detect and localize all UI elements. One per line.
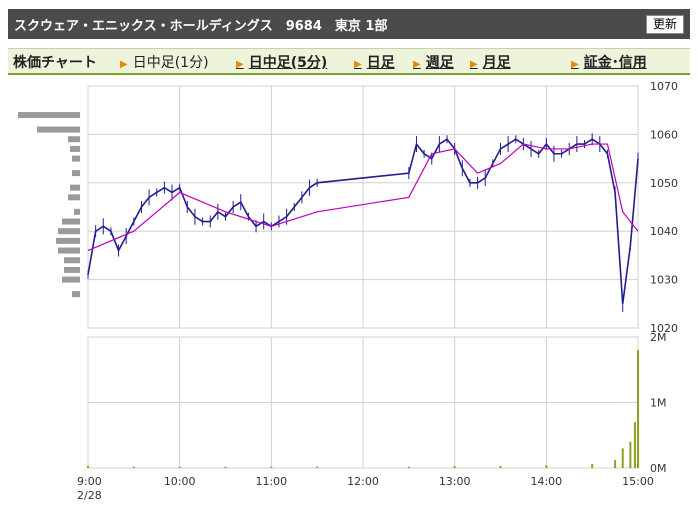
arrow-icon: ▶ xyxy=(354,59,362,70)
volume-tick-label: 0M xyxy=(650,462,667,475)
volume-profile-bar xyxy=(72,170,80,177)
title-bar: スクウェア・エニックス・ホールディングス 9684 東京 1部 更新 xyxy=(8,9,690,39)
price-tick-label: 1020 xyxy=(650,322,678,335)
volume-bar xyxy=(270,466,273,468)
volume-bar xyxy=(629,441,632,468)
nav-item-monthly[interactable]: ▶ 月足 xyxy=(470,52,511,72)
volume-profile-bar xyxy=(37,126,80,133)
nav-item-label: 証金･信用 xyxy=(583,55,647,71)
nav-item-intraday-5min[interactable]: ▶ 日中足(5分) xyxy=(236,52,327,72)
price-tick-label: 1050 xyxy=(650,177,678,190)
volume-bar xyxy=(132,466,135,468)
volume-bar xyxy=(224,466,227,468)
volume-profile-bar xyxy=(68,136,80,143)
volume-profile-bar xyxy=(58,228,80,235)
volume-profile-bar xyxy=(62,218,80,225)
x-tick-label: 14:00 xyxy=(530,475,562,488)
chart-label: 株価チャート xyxy=(13,55,97,71)
x-tick-label: 13:00 xyxy=(439,475,471,488)
volume-tick-label: 1M xyxy=(650,397,667,410)
volume-profile-bar xyxy=(70,145,80,152)
x-tick-label: 12:00 xyxy=(347,475,379,488)
nav-item-intraday-1min[interactable]: ▶ 日中足(1分) xyxy=(120,52,209,72)
volume-profile-bar xyxy=(70,184,80,191)
volume-profile-bar xyxy=(62,276,80,283)
moving-average-line xyxy=(87,143,639,252)
x-tick-label: 10:00 xyxy=(164,475,196,488)
arrow-icon: ▶ xyxy=(236,59,244,70)
volume-profile-bar xyxy=(18,112,80,119)
volume-profile-bar xyxy=(56,237,80,244)
nav-item-label: 月足 xyxy=(482,55,511,71)
arrow-icon: ▶ xyxy=(120,59,128,70)
volume-bar xyxy=(499,466,502,468)
price-tick-label: 1040 xyxy=(650,225,678,238)
volume-profile-bar xyxy=(74,208,80,215)
nav-item-margin[interactable]: ▶ 証金･信用 xyxy=(571,52,647,72)
volume-plot-frame xyxy=(87,336,639,469)
volume-profile-bar xyxy=(68,194,80,201)
arrow-icon: ▶ xyxy=(470,59,478,70)
chart-nav: 株価チャート ▶ 日中足(1分) ▶ 日中足(5分) ▶ 日足 ▶ 週足 ▶ 月足 ▶ 証金… xyxy=(8,48,690,75)
price-plot-frame xyxy=(87,85,639,329)
nav-item-label: 日中足(1分) xyxy=(132,55,209,71)
price-tick-label: 1070 xyxy=(650,80,678,93)
volume-profile-bar xyxy=(72,155,80,162)
volume-bar xyxy=(637,350,639,468)
volume-bar xyxy=(316,466,319,468)
volume-profile-bar xyxy=(64,266,80,273)
x-tick-label: 15:00 xyxy=(622,475,654,488)
nav-item-label: 日中足(5分) xyxy=(248,55,328,71)
price-tick-label: 1060 xyxy=(650,128,678,141)
volume-bar xyxy=(614,460,617,468)
volume-profile-bar xyxy=(72,291,80,298)
arrow-icon: ▶ xyxy=(571,59,579,70)
volume-profile-bar xyxy=(58,247,80,254)
volume-bar xyxy=(453,466,456,468)
volume-bar xyxy=(178,466,181,468)
page-title: スクウェア・エニックス・ホールディングス 9684 東京 1部 xyxy=(14,19,388,34)
volume-bar xyxy=(407,466,410,468)
price-tick-label: 1030 xyxy=(650,274,678,287)
arrow-icon: ▶ xyxy=(413,59,421,70)
volume-bar xyxy=(591,464,594,468)
volume-bar xyxy=(545,465,548,468)
volume-bar xyxy=(87,466,89,468)
volume-bar xyxy=(621,448,624,468)
volume-tick-label: 2M xyxy=(650,331,667,344)
nav-item-label: 日足 xyxy=(366,55,395,71)
nav-item-weekly[interactable]: ▶ 週足 xyxy=(413,52,454,72)
stock-chart: 9:00 10:00 11:00 12:00 13:00 14:00 15:00 2/28 10… xyxy=(18,80,678,502)
date-label: 2/28 xyxy=(77,489,102,502)
nav-item-daily[interactable]: ▶ 日足 xyxy=(354,52,395,72)
nav-item-label: 週足 xyxy=(425,55,454,71)
volume-profile-bar xyxy=(64,257,80,264)
volume-bar xyxy=(633,422,636,468)
x-tick-label: 11:00 xyxy=(255,475,287,488)
price-line xyxy=(87,138,639,304)
refresh-button[interactable]: 更新 xyxy=(645,15,684,34)
x-tick-label: 9:00 xyxy=(77,475,102,488)
